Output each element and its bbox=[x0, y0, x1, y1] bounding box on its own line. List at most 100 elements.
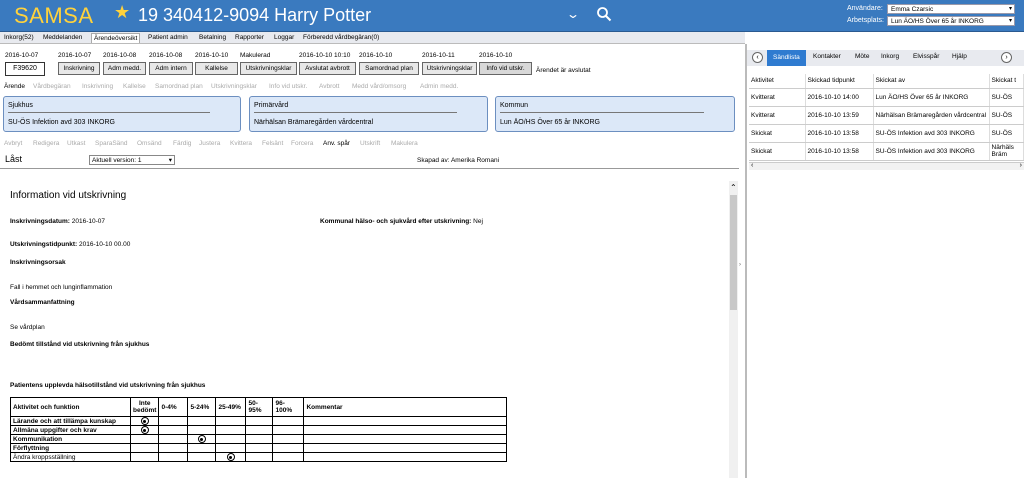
tb-kallelse[interactable]: Kallelse bbox=[123, 83, 146, 90]
step-info-vid-utskr[interactable]: Info vid utskr. bbox=[479, 62, 532, 75]
tb-justera[interactable]: Justera bbox=[199, 140, 220, 147]
send-list-row[interactable]: Skickat 2016-10-10 13:58 SU-ÖS Infektion a… bbox=[749, 142, 1024, 161]
menu-arendeoversikt[interactable]: Ärendeöversikt bbox=[91, 33, 141, 43]
tb-makulera[interactable]: Makulera bbox=[391, 140, 418, 147]
tb-redigera[interactable]: Redigera bbox=[33, 140, 59, 147]
grid-cell[interactable] bbox=[129, 425, 160, 435]
send-list-row[interactable]: Kvitterat 2016-10-10 14:00 Lun ÄO/HS Över … bbox=[749, 88, 1024, 107]
menu-loggar[interactable]: Loggar bbox=[272, 33, 296, 43]
favorite-star-icon[interactable]: ★ bbox=[114, 2, 130, 23]
tb-medd-vard-omsorg[interactable]: Medd vård/omsorg bbox=[352, 83, 406, 90]
grid-cell[interactable] bbox=[158, 443, 189, 453]
grid-cell[interactable] bbox=[245, 425, 274, 435]
send-list-row[interactable]: Kvitterat 2016-10-10 13:59 Närhälsan Bräma… bbox=[749, 106, 1024, 125]
step-utskrivningsklar-2[interactable]: Utskrivningsklar bbox=[422, 62, 477, 75]
tb-anv-spar[interactable]: Anv. spår bbox=[323, 140, 350, 147]
step-adm-intern[interactable]: Adm intern bbox=[149, 62, 193, 75]
grid-cell[interactable] bbox=[272, 425, 305, 435]
tb-samordnad-plan[interactable]: Samordnad plan bbox=[155, 83, 203, 90]
menu-patient-admin[interactable]: Patient admin bbox=[146, 33, 190, 43]
grid-cell[interactable] bbox=[245, 443, 274, 453]
grid-cell[interactable] bbox=[272, 434, 305, 444]
actor-primarvard[interactable]: Primärvård Närhälsan Brämaregården vårdc… bbox=[249, 96, 488, 132]
tb-forcera[interactable]: Forcera bbox=[291, 140, 313, 147]
step-adm-medd[interactable]: Adm medd. bbox=[103, 62, 146, 75]
grid-cell[interactable] bbox=[187, 425, 217, 435]
send-list-row[interactable]: Skickat 2016-10-10 13:58 SU-ÖS Infektion a… bbox=[749, 124, 1024, 143]
grid-cell[interactable] bbox=[129, 416, 160, 426]
menu-inkorg[interactable]: Inkorg(52) bbox=[2, 33, 36, 43]
grid-cell[interactable] bbox=[158, 452, 189, 462]
step-avslutat-avbrott[interactable]: Avslutat avbrott bbox=[299, 62, 356, 75]
actor-sjukhus[interactable]: Sjukhus SU-ÖS Infektion avd 303 INKORG bbox=[3, 96, 241, 132]
grid-cell[interactable] bbox=[215, 443, 247, 453]
tb-sparasand[interactable]: SparaSänd bbox=[95, 140, 128, 147]
grid-cell[interactable] bbox=[129, 434, 160, 444]
menu-rapporter[interactable]: Rapporter bbox=[233, 33, 266, 43]
scrollbar-thumb[interactable] bbox=[730, 195, 737, 310]
tb-admin-medd[interactable]: Admin medd. bbox=[420, 83, 458, 90]
step-samordnad-plan[interactable]: Samordnad plan bbox=[359, 62, 419, 75]
menu-forberedd-vardbegaran[interactable]: Förberedd vårdbegäran(0) bbox=[301, 33, 381, 43]
tb-utkast[interactable]: Utkast bbox=[67, 140, 85, 147]
scroll-right-icon[interactable]: › bbox=[1020, 162, 1022, 169]
chevron-down-icon[interactable]: ⌄ bbox=[566, 7, 580, 21]
selected-radio-icon[interactable] bbox=[140, 426, 149, 434]
tab-sandlista[interactable]: Sändlista bbox=[767, 50, 806, 66]
grid-cell[interactable] bbox=[245, 452, 274, 462]
selected-radio-icon[interactable] bbox=[226, 453, 235, 461]
panel-splitter-icon[interactable]: › bbox=[739, 262, 741, 268]
search-icon[interactable] bbox=[596, 6, 612, 22]
grid-cell[interactable] bbox=[187, 434, 217, 444]
menu-betalning[interactable]: Betalning bbox=[197, 33, 228, 43]
tb-avbrott[interactable]: Avbrott bbox=[319, 83, 339, 90]
nav-forward-icon[interactable]: › bbox=[1001, 52, 1012, 63]
step-utskrivningsklar[interactable]: Utskrivningsklar bbox=[240, 62, 297, 75]
tb-avbryt[interactable]: Avbryt bbox=[4, 140, 22, 147]
tab-inkorg[interactable]: Inkorg bbox=[881, 53, 899, 60]
grid-cell[interactable] bbox=[215, 434, 247, 444]
selected-radio-icon[interactable] bbox=[140, 417, 149, 425]
user-select[interactable]: Emma Czarsic ▾ bbox=[887, 4, 1015, 14]
scroll-up-icon[interactable]: ⌃ bbox=[730, 183, 737, 192]
grid-cell[interactable] bbox=[215, 425, 247, 435]
grid-cell[interactable] bbox=[129, 443, 160, 453]
grid-cell[interactable] bbox=[245, 434, 274, 444]
tab-elvisspar[interactable]: Elvisspår bbox=[913, 53, 939, 60]
grid-cell[interactable] bbox=[187, 443, 217, 453]
menu-meddelanden[interactable]: Meddelanden bbox=[41, 33, 84, 43]
tb-fardig[interactable]: Färdig bbox=[173, 140, 191, 147]
tab-kontakter[interactable]: Kontakter bbox=[813, 53, 841, 60]
grid-cell[interactable] bbox=[215, 416, 247, 426]
tb-vardbegaran[interactable]: Vårdbegäran bbox=[33, 83, 71, 90]
grid-cell[interactable] bbox=[272, 416, 305, 426]
step-inskrivning[interactable]: Inskrivning bbox=[58, 62, 100, 75]
workplace-select[interactable]: Lun ÄO/HS Över 65 år INKORG ▾ bbox=[887, 16, 1015, 26]
grid-cell[interactable] bbox=[158, 434, 189, 444]
send-list-hscroll[interactable]: ‹ › bbox=[749, 162, 1024, 170]
selected-radio-icon[interactable] bbox=[197, 435, 206, 443]
nav-back-icon[interactable]: ‹ bbox=[752, 52, 763, 63]
version-select[interactable]: Aktuell version: 1 ▾ bbox=[89, 155, 175, 165]
grid-cell[interactable] bbox=[129, 452, 160, 462]
scroll-left-icon[interactable]: ‹ bbox=[751, 162, 753, 169]
grid-cell[interactable] bbox=[158, 416, 189, 426]
tb-inskrivning[interactable]: Inskrivning bbox=[82, 83, 113, 90]
grid-cell[interactable] bbox=[187, 452, 217, 462]
tb-utskrift[interactable]: Utskrift bbox=[360, 140, 380, 147]
tab-hjalp[interactable]: Hjälp bbox=[952, 53, 967, 60]
grid-cell[interactable] bbox=[215, 452, 247, 462]
grid-cell[interactable] bbox=[272, 452, 305, 462]
tb-felsant[interactable]: Felsänt bbox=[262, 140, 283, 147]
tab-mote[interactable]: Möte bbox=[855, 53, 869, 60]
tb-utskrivningsklar[interactable]: Utskrivningsklar bbox=[211, 83, 257, 90]
tb-info-vid-utskr[interactable]: Info vid utskr. bbox=[269, 83, 307, 90]
step-kallelse[interactable]: Kallelse bbox=[195, 62, 238, 75]
grid-cell[interactable] bbox=[245, 416, 274, 426]
grid-cell[interactable] bbox=[158, 425, 189, 435]
tb-omsand[interactable]: Omsänd bbox=[137, 140, 162, 147]
grid-cell[interactable] bbox=[272, 443, 305, 453]
actor-kommun[interactable]: Kommun Lun ÄO/HS Över 65 år INKORG bbox=[495, 96, 735, 132]
tb-kvittera[interactable]: Kvittera bbox=[230, 140, 252, 147]
grid-cell[interactable] bbox=[187, 416, 217, 426]
